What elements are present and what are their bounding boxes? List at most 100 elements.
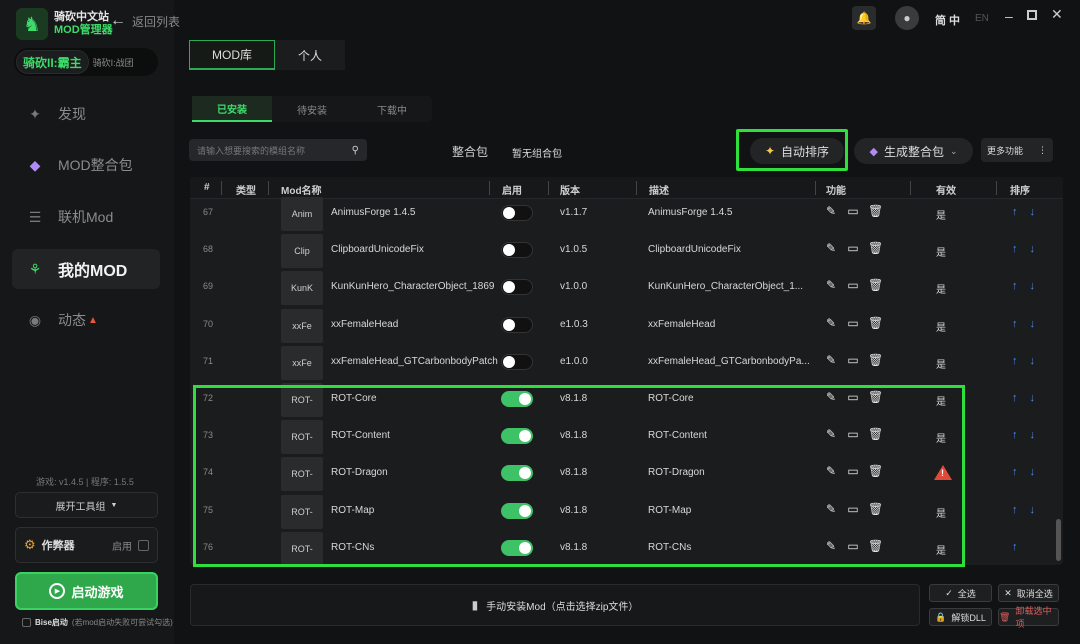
mod-version: e1.0.0 [560, 355, 588, 367]
table-row[interactable]: 68 Clip ClipboardUnicodeFix v1.0.5 Clipboard… [190, 232, 1063, 269]
nav-label: 我的MOD [58, 263, 128, 280]
arrow-down-icon[interactable]: ↓ [1030, 429, 1036, 441]
bise-checkbox[interactable] [22, 618, 31, 627]
mod-name: KunKunHero_CharacterObject_1869 [331, 281, 495, 293]
deselect-all-label: 取消全选 [1016, 588, 1053, 599]
arrow-up-icon[interactable]: ↑ [1012, 504, 1018, 516]
trash-icon[interactable]: 🗑 [868, 278, 883, 292]
arrow-down-icon[interactable]: ↓ [1030, 504, 1036, 516]
tab-installed[interactable]: 已安装 [192, 96, 272, 122]
expand-tools-button[interactable]: 展开工具组 ▼ [15, 492, 158, 518]
enable-toggle[interactable] [501, 242, 533, 259]
lang-current[interactable]: 简 中 [935, 12, 960, 28]
lang-alt[interactable]: EN [975, 13, 989, 24]
arrow-down-icon[interactable]: ↓ [1030, 355, 1036, 367]
more-functions-button[interactable]: 更多功能 ⋮ [981, 138, 1053, 162]
mod-description: AnimusForge 1.4.5 [648, 207, 733, 218]
row-actions: ✎ ▭ 🗑 [824, 316, 883, 330]
trash-icon[interactable]: 🗑 [868, 316, 883, 330]
table-row[interactable]: 70 xxFe xxFemaleHead e1.0.3 xxFemaleHead ✎ ▭ 🗑 是… [190, 307, 1063, 344]
folder-icon[interactable]: ▭ [846, 204, 860, 218]
enable-toggle[interactable] [501, 316, 533, 333]
mod-description: KunKunHero_CharacterObject_1... [648, 281, 804, 293]
table-row[interactable]: 67 Anim AnimusForge 1.4.5 v1.1.7 AnimusForge… [190, 195, 1063, 232]
folder-icon[interactable]: ▭ [846, 241, 860, 255]
select-all-button[interactable]: ✓ 全选 [929, 584, 992, 602]
user-avatar[interactable]: ● [895, 6, 919, 30]
folder-icon[interactable]: ▭ [846, 316, 860, 330]
arrow-down-icon[interactable]: ↓ [1030, 466, 1036, 478]
arrow-up-icon[interactable]: ↑ [1012, 541, 1018, 553]
uninstall-label: 卸载选中项 [1015, 606, 1052, 629]
caret-down-icon: ▼ [110, 501, 118, 509]
launch-game-button[interactable]: ▶ 启动游戏 [15, 572, 158, 610]
unlock-dll-button[interactable]: 🔒 解锁DLL [929, 608, 992, 626]
tab-pending[interactable]: 待安装 [272, 96, 352, 122]
search-input[interactable]: 请输入想要搜索的模组名称 ⚲ [189, 139, 367, 161]
arrow-down-icon[interactable]: ↓ [1030, 318, 1036, 330]
trash-icon[interactable]: 🗑 [868, 204, 883, 218]
trash-icon[interactable]: 🗑 [868, 241, 883, 255]
enable-toggle[interactable] [501, 353, 533, 370]
folder-icon[interactable]: ▭ [846, 278, 860, 292]
back-to-list-button[interactable]: ← 返回列表 [110, 12, 180, 30]
install-label: 手动安装Mod（点击选择zip文件） [486, 601, 639, 613]
mod-thumbnail: Anim [281, 197, 323, 231]
maximize-icon[interactable] [1027, 10, 1037, 20]
arrow-up-icon[interactable]: ↑ [1012, 243, 1018, 255]
enable-toggle[interactable] [501, 279, 533, 296]
nav-online-mod[interactable]: ☰ 联机Mod [12, 197, 160, 237]
close-icon[interactable]: ✕ [1051, 6, 1063, 23]
kebab-icon: ⋮ [1038, 144, 1047, 155]
bell-icon: 🔔 [852, 6, 876, 30]
game-tab-bannerlord[interactable]: 骑砍II:霸主 [16, 50, 89, 74]
manual-install-dropzone[interactable]: ▮ 手动安装Mod（点击选择zip文件） [190, 584, 920, 626]
arrow-up-icon[interactable]: ↑ [1012, 392, 1018, 404]
arrow-up-icon[interactable]: ↑ [1012, 280, 1018, 292]
edit-icon[interactable]: ✎ [824, 278, 838, 292]
arrow-down-icon[interactable]: ↓ [1030, 243, 1036, 255]
nav-feed[interactable]: ◉ 动态 ▲ [12, 300, 160, 340]
logo-line2: MOD管理器 [54, 24, 113, 36]
tab-personal[interactable]: 个人 [275, 40, 345, 70]
nav-modpack[interactable]: ◆ MOD整合包 [12, 145, 160, 185]
arrow-down-icon[interactable]: ↓ [1030, 206, 1036, 218]
chat-icon: ◉ [28, 311, 42, 328]
version-info: 游戏: v1.4.5 | 程序: 1.5.5 [36, 477, 134, 487]
edit-icon[interactable]: ✎ [824, 353, 838, 367]
deselect-all-button[interactable]: ✕ 取消全选 [998, 584, 1059, 602]
arrow-up-icon[interactable]: ↑ [1012, 206, 1018, 218]
modpack-value[interactable]: 暂无组合包 [512, 145, 562, 160]
logo-line1: 骑砍中文站 [54, 11, 109, 23]
enable-toggle[interactable] [501, 205, 533, 221]
arrow-up-icon[interactable]: ↑ [1012, 466, 1018, 478]
table-row[interactable]: 69 KunK KunKunHero_CharacterObject_1869 v1.… [190, 269, 1063, 306]
cheat-enable-checkbox[interactable] [138, 539, 149, 551]
trash-icon[interactable]: 🗑 [868, 353, 883, 367]
tab-downloading[interactable]: 下载中 [352, 96, 432, 122]
nav-my-mod[interactable]: ⚘ 我的MOD [12, 249, 160, 289]
lock-icon: 🔒 [935, 611, 947, 622]
table-scrollbar[interactable] [1056, 519, 1061, 561]
search-placeholder: 请输入想要搜索的模组名称 [197, 145, 306, 156]
nav-discover[interactable]: ✦ 发现 [12, 94, 160, 134]
table-row[interactable]: 71 xxFe xxFemaleHead_GTCarbonbodyPatch e1.0… [190, 344, 1063, 381]
arrow-up-icon[interactable]: ↑ [1012, 318, 1018, 330]
arrow-down-icon[interactable]: ↓ [1030, 392, 1036, 404]
tab-mod-library[interactable]: MOD库 [189, 40, 275, 70]
arrow-up-icon[interactable]: ↑ [1012, 429, 1018, 441]
minimize-icon[interactable]: – [1005, 8, 1013, 24]
arrow-down-icon[interactable]: ↓ [1030, 280, 1036, 292]
generate-modpack-button[interactable]: ◆ 生成整合包 ⌄ [854, 138, 973, 164]
mod-version: v1.1.7 [560, 207, 588, 218]
sort-arrows: ↑ ↓ [1012, 206, 1035, 218]
notification-button[interactable]: 🔔 [852, 6, 876, 30]
edit-icon[interactable]: ✎ [824, 316, 838, 330]
arrow-up-icon[interactable]: ↑ [1012, 355, 1018, 367]
game-tab-warband[interactable]: 骑砍I:战团 [89, 56, 134, 69]
edit-icon[interactable]: ✎ [824, 241, 838, 255]
edit-icon[interactable]: ✎ [824, 204, 838, 218]
folder-icon[interactable]: ▭ [846, 353, 860, 367]
sort-arrows: ↑ ↓ [1012, 280, 1035, 292]
uninstall-selected-button[interactable]: 🗑 卸载选中项 [998, 606, 1059, 629]
